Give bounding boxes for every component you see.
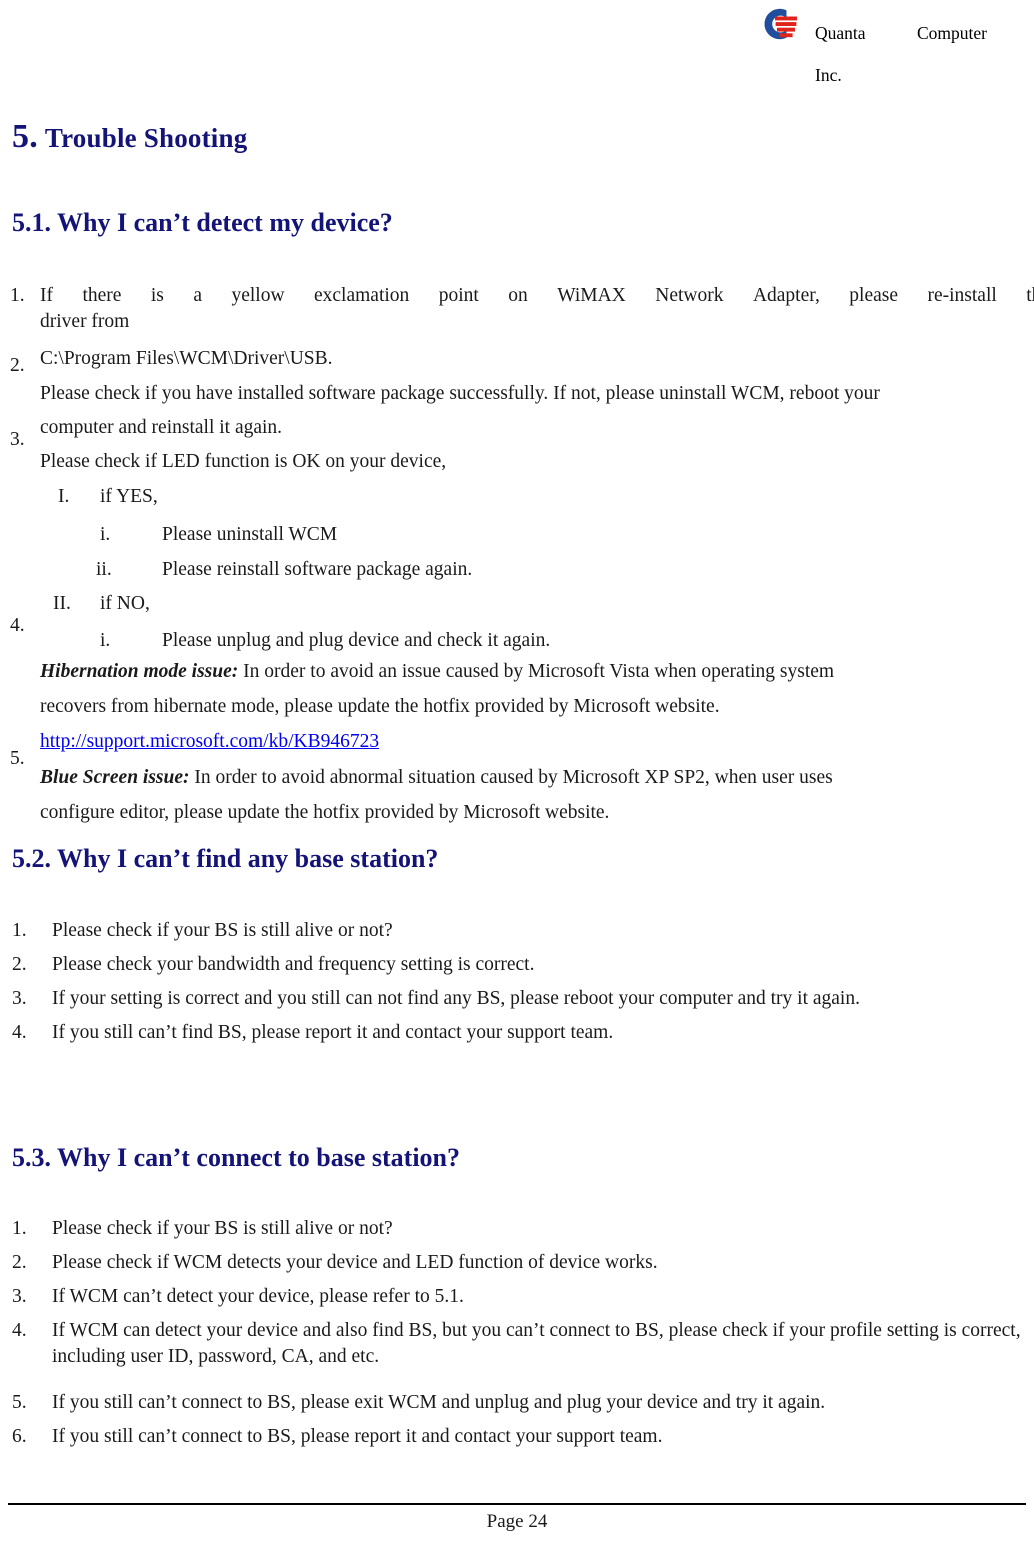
paragraph-5-1-item1-line1: If there is a yellow exclamation point o… [40, 283, 1034, 309]
paragraph-5-1-item5-line1: Blue Screen issue: In order to avoid abn… [40, 765, 833, 791]
list-marker-5-1-5: 5. [10, 748, 25, 769]
blue-screen-issue-label: Blue Screen issue: [40, 767, 190, 788]
list-marker-5-1-1: 1. [10, 285, 25, 306]
paragraph-5-1-item2-line3: computer and reinstall it again. [40, 417, 283, 438]
word: on [508, 285, 528, 306]
list-item-5-3-5: 5. If you still can’t connect to BS, ple… [12, 1390, 825, 1416]
paragraph-5-1-item3-line1: Please check if LED function is OK on yo… [40, 451, 447, 472]
list-item-5-3-1: 1. Please check if your BS is still aliv… [12, 1216, 393, 1242]
word: point [438, 285, 479, 306]
word: WiMAX [557, 285, 626, 306]
list-number: 4. [12, 1320, 27, 1341]
section-heading-5-1: 5.1. Why I can’t detect my device? [12, 208, 393, 237]
list-text: If you still can’t connect to BS, please… [52, 1392, 826, 1413]
word: Network [655, 285, 724, 306]
paragraph-5-1-item2-line2: Please check if you have installed softw… [40, 383, 880, 404]
sublist-text-I: if YES, [100, 486, 158, 507]
word: re-install [927, 285, 997, 306]
quanta-logo-icon [764, 8, 797, 40]
list-number: 2. [12, 1252, 27, 1273]
list-number: 6. [12, 1426, 27, 1447]
list-item-5-2-1: 1. Please check if your BS is still aliv… [12, 918, 393, 944]
list-number: 4. [12, 1022, 27, 1043]
list-text: Please check if WCM detects your device … [52, 1252, 658, 1273]
list-number: 1. [12, 920, 27, 941]
sublist-marker-I: I. [58, 486, 70, 507]
hibernation-issue-label: Hibernation mode issue: [40, 661, 239, 682]
chapter-number: 5. [12, 118, 38, 155]
sublist-text-II-i: Please unplug and plug device and check … [162, 630, 551, 651]
list-number: 2. [12, 954, 27, 975]
word: is [150, 285, 164, 306]
sublist-text-I-ii: Please reinstall software package again. [162, 559, 473, 580]
list-number: 5. [12, 1392, 27, 1413]
hibernation-issue-text: In order to avoid an issue caused by Mic… [238, 661, 835, 682]
list-marker-5-1-4: 4. [10, 615, 25, 636]
list-item-5-3-4: 4. If WCM can detect your device and als… [12, 1318, 1034, 1370]
word: exclamation [314, 285, 410, 306]
list-number: 3. [12, 988, 27, 1009]
list-item-5-3-3: 3. If WCM can’t detect your device, plea… [12, 1284, 464, 1310]
document-page: Quanta Computer Inc. 5. Trouble Shooting … [0, 0, 1034, 1557]
list-item-5-3-2: 2. Please check if WCM detects your devi… [12, 1250, 658, 1276]
list-text: Please check if your BS is still alive o… [52, 1218, 393, 1239]
page-footer: Page 24 [0, 1497, 1034, 1557]
paragraph-5-1-item2-line1: C:\Program Files\WCM\Driver\USB. [40, 348, 333, 369]
sublist-text-II: if NO, [100, 593, 150, 614]
company-name: Quanta Computer Inc. [815, 2, 991, 107]
footer-divider [8, 1503, 1026, 1505]
paragraph-5-1-item4-line1: Hibernation mode issue: In order to avoi… [40, 659, 834, 685]
list-number: 3. [12, 1286, 27, 1307]
paragraph-5-1-item4-line2: recovers from hibernate mode, please upd… [40, 696, 720, 717]
list-item-5-3-6: 6. If you still can’t connect to BS, ple… [12, 1424, 662, 1450]
company-name-line2: Inc. [815, 65, 842, 85]
support-link-wrapper: http://support.microsoft.com/kb/KB946723 [40, 729, 379, 755]
paragraph-5-1-item1-line2: driver from [40, 311, 130, 332]
word: If [40, 285, 53, 306]
sublist-marker-II-i: i. [100, 630, 111, 651]
list-marker-5-1-2: 2. [10, 355, 25, 376]
section-heading-5-2: 5.2. Why I can’t find any base station? [12, 844, 439, 873]
microsoft-kb-link[interactable]: http://support.microsoft.com/kb/KB946723 [40, 731, 379, 752]
list-text: If WCM can detect your device and also f… [52, 1320, 1021, 1367]
word: please [849, 285, 899, 306]
list-text: If your setting is correct and you still… [52, 988, 860, 1009]
paragraph-5-1-item5-line2: configure editor, please update the hotf… [40, 802, 610, 823]
list-item-5-2-3: 3. If your setting is correct and you st… [12, 986, 860, 1012]
word: yellow [231, 285, 285, 306]
list-marker-5-1-3: 3. [10, 429, 25, 450]
word: Adapter, [752, 285, 820, 306]
list-text: Please check your bandwidth and frequenc… [52, 954, 535, 975]
list-item-5-2-2: 2. Please check your bandwidth and frequ… [12, 952, 534, 978]
word: there [82, 285, 122, 306]
page-number: Page 24 [486, 1511, 548, 1532]
list-text: If you still can’t find BS, please repor… [52, 1022, 614, 1043]
section-heading-5-3: 5.3. Why I can’t connect to base station… [12, 1143, 461, 1172]
word: a [193, 285, 203, 306]
blue-screen-issue-text: In order to avoid abnormal situation cau… [189, 767, 833, 788]
sublist-text-I-i: Please uninstall WCM [162, 524, 338, 545]
sublist-marker-I-i: i. [100, 524, 111, 545]
sublist-marker-I-ii: ii. [96, 559, 112, 580]
company-branding: Quanta Computer Inc. [755, 2, 991, 107]
sublist-marker-II: II. [53, 593, 71, 614]
list-item-5-2-4: 4. If you still can’t find BS, please re… [12, 1020, 613, 1046]
chapter-heading: 5. Trouble Shooting [12, 118, 247, 156]
page-header: Quanta Computer Inc. [0, 0, 1034, 85]
list-text: If you still can’t connect to BS, please… [52, 1426, 663, 1447]
chapter-title: Trouble Shooting [44, 123, 248, 153]
list-text: Please check if your BS is still alive o… [52, 920, 393, 941]
word: the [1026, 285, 1034, 306]
list-number: 1. [12, 1218, 27, 1239]
list-text: If WCM can’t detect your device, please … [52, 1286, 464, 1307]
company-name-line1: Quanta Computer [815, 23, 987, 43]
